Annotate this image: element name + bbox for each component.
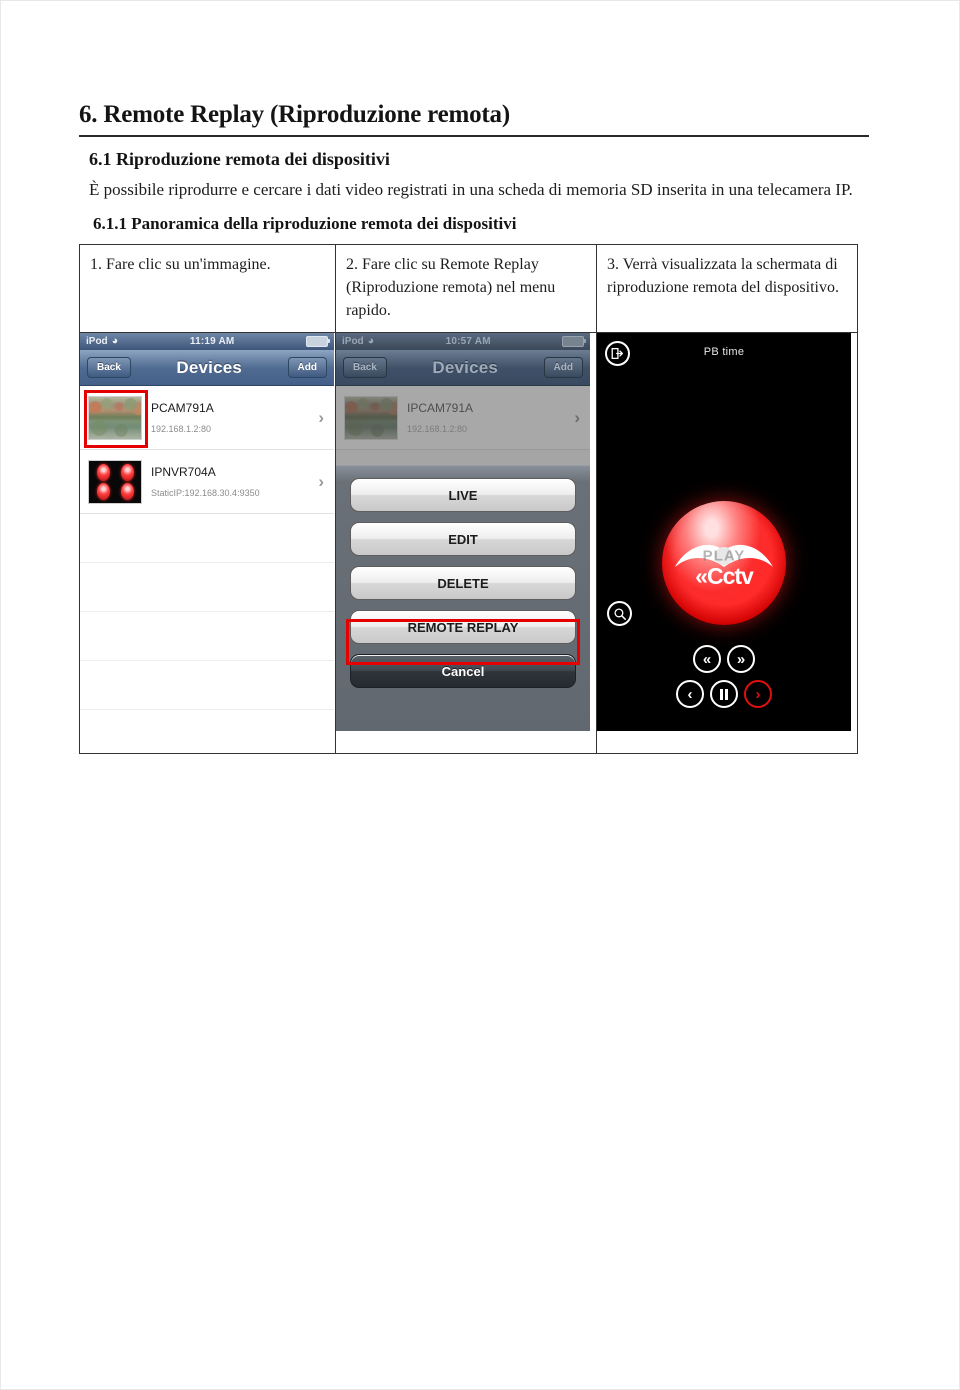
list-item-empty: [80, 514, 334, 563]
page-title: 6. Remote Replay (Riproduzione remota): [79, 101, 869, 137]
wifi-icon: ◕: [367, 335, 375, 347]
device-ip: 192.168.1.2:80: [407, 423, 468, 434]
rewind-button[interactable]: «: [693, 645, 721, 673]
chevron-right-icon: ›: [318, 471, 324, 491]
playback-top-bar: PB time: [597, 333, 851, 373]
battery-icon: [306, 336, 330, 347]
cancel-button[interactable]: Cancel: [350, 654, 576, 688]
phone-mockup-playback: PB time PLAY «Cctv « » ‹ ›: [597, 333, 851, 731]
phone-mockup-action-sheet: iPod ◕ 10:57 AM Back Devices Add IPCAM79…: [336, 333, 590, 731]
nav-bar-1: Back Devices Add: [80, 350, 334, 386]
status-bar-carrier-group: iPod ◕: [342, 335, 375, 348]
page-content: 6. Remote Replay (Riproduzione remota) 6…: [79, 101, 869, 754]
list-item-empty: [80, 612, 334, 661]
status-bar-time: 10:57 AM: [445, 336, 491, 347]
subsection-heading: 6.1.1 Panoramica della riproduzione remo…: [93, 214, 517, 233]
chevron-right-icon: ›: [318, 407, 324, 427]
previous-button[interactable]: ‹: [676, 680, 704, 708]
nav-bar-2: Back Devices Add: [336, 350, 590, 386]
status-bar-1: iPod ◕ 11:19 AM: [80, 333, 334, 350]
step-text-3: 3. Verrà visualizzata la schermata di ri…: [607, 256, 839, 296]
quad-grid: [89, 461, 141, 503]
screenshot-cell-3: PB time PLAY «Cctv « » ‹ ›: [596, 332, 858, 754]
play-watermark: PLAY: [702, 547, 746, 565]
device-name: IPNVR704A: [151, 464, 216, 479]
wifi-icon: ◕: [111, 335, 119, 347]
section-paragraph: È possibile riprodurre e cercare i dati …: [89, 180, 853, 199]
device-meta: IPCAM791A 192.168.1.2:80: [398, 399, 574, 437]
pb-time-label: PB time: [703, 346, 745, 358]
device-ip: StaticIP:192.168.30.4:9350: [151, 487, 260, 498]
carrier-label: iPod: [342, 336, 364, 347]
add-button[interactable]: Add: [543, 357, 583, 378]
list-item-empty: [80, 661, 334, 710]
status-bar-carrier-group: iPod ◕: [86, 335, 119, 348]
scene-thumbnail: [344, 395, 398, 440]
search-icon[interactable]: [607, 601, 632, 626]
chevron-right-icon: ›: [574, 407, 580, 427]
playback-controls: « » ‹ ›: [597, 645, 851, 715]
device-meta: PCAM791A 192.168.1.2:80: [142, 399, 318, 437]
table-row-instructions: 1. Fare clic su un'immagine. 2. Fare cli…: [79, 244, 858, 333]
table-row-screenshots: iPod ◕ 11:19 AM Back Devices Add PCAM791…: [79, 332, 858, 754]
list-item-device-ipcam791a[interactable]: IPCAM791A 192.168.1.2:80 ›: [336, 386, 590, 450]
list-item-device-ipnvr704a[interactable]: IPNVR704A StaticIP:192.168.30.4:9350 ›: [80, 450, 334, 514]
brand-chevrons: «: [695, 563, 708, 589]
scene-thumbnail: [88, 395, 142, 440]
list-item-empty: [80, 563, 334, 612]
back-button[interactable]: Back: [343, 357, 387, 378]
brand-name: Cctv: [706, 563, 754, 589]
step-cell-3: 3. Verrà visualizzata la schermata di ri…: [596, 244, 858, 333]
cctv-logo: PLAY «Cctv: [662, 501, 786, 625]
playback-controls-row-1: « »: [597, 645, 851, 673]
back-button[interactable]: Back: [87, 357, 131, 378]
device-meta: IPNVR704A StaticIP:192.168.30.4:9350: [142, 463, 318, 501]
nav-title: Devices: [176, 357, 243, 377]
delete-button[interactable]: DELETE: [350, 566, 576, 600]
document-page: 6. Remote Replay (Riproduzione remota) 6…: [0, 0, 960, 1390]
section-heading: 6.1 Riproduzione remota dei dispositivi: [89, 149, 390, 169]
screenshot-cell-2: iPod ◕ 10:57 AM Back Devices Add IPCAM79…: [335, 332, 597, 754]
action-sheet: LIVE EDIT DELETE REMOTE REPLAY Cancel: [336, 465, 590, 731]
steps-table: 1. Fare clic su un'immagine. 2. Fare cli…: [79, 244, 858, 754]
next-button[interactable]: ›: [744, 680, 772, 708]
status-bar-2: iPod ◕ 10:57 AM: [336, 333, 590, 350]
device-name: IPCAM791A: [407, 400, 474, 415]
device-ip: 192.168.1.2:80: [151, 423, 212, 434]
add-button[interactable]: Add: [287, 357, 327, 378]
step-text-2: 2. Fare clic su Remote Replay (Riproduzi…: [346, 256, 556, 319]
fast-forward-button[interactable]: »: [727, 645, 755, 673]
step-cell-1: 1. Fare clic su un'immagine.: [79, 244, 336, 333]
pause-bars-icon: [720, 688, 728, 700]
pause-button[interactable]: [710, 680, 738, 708]
carrier-label: iPod: [86, 336, 108, 347]
list-item-device-pcam791a[interactable]: PCAM791A 192.168.1.2:80 ›: [80, 386, 334, 450]
step-cell-2: 2. Fare clic su Remote Replay (Riproduzi…: [335, 244, 597, 333]
nav-title: Devices: [432, 357, 499, 377]
device-name: PCAM791A: [151, 400, 214, 415]
playback-controls-row-2: ‹ ›: [597, 680, 851, 708]
live-button[interactable]: LIVE: [350, 478, 576, 512]
screenshot-cell-1: iPod ◕ 11:19 AM Back Devices Add PCAM791…: [79, 332, 336, 754]
nvr-quad-thumbnail: [88, 459, 142, 504]
status-bar-time: 11:19 AM: [189, 336, 235, 347]
device-list-1: PCAM791A 192.168.1.2:80 › IPNVR704A Stat…: [80, 386, 334, 710]
step-text-1: 1. Fare clic su un'immagine.: [90, 256, 271, 273]
phone-mockup-device-list: iPod ◕ 11:19 AM Back Devices Add PCAM791…: [80, 333, 334, 731]
remote-replay-button[interactable]: REMOTE REPLAY: [350, 610, 576, 644]
edit-button[interactable]: EDIT: [350, 522, 576, 556]
brand-text: «Cctv: [662, 563, 786, 590]
battery-icon: [562, 336, 586, 347]
